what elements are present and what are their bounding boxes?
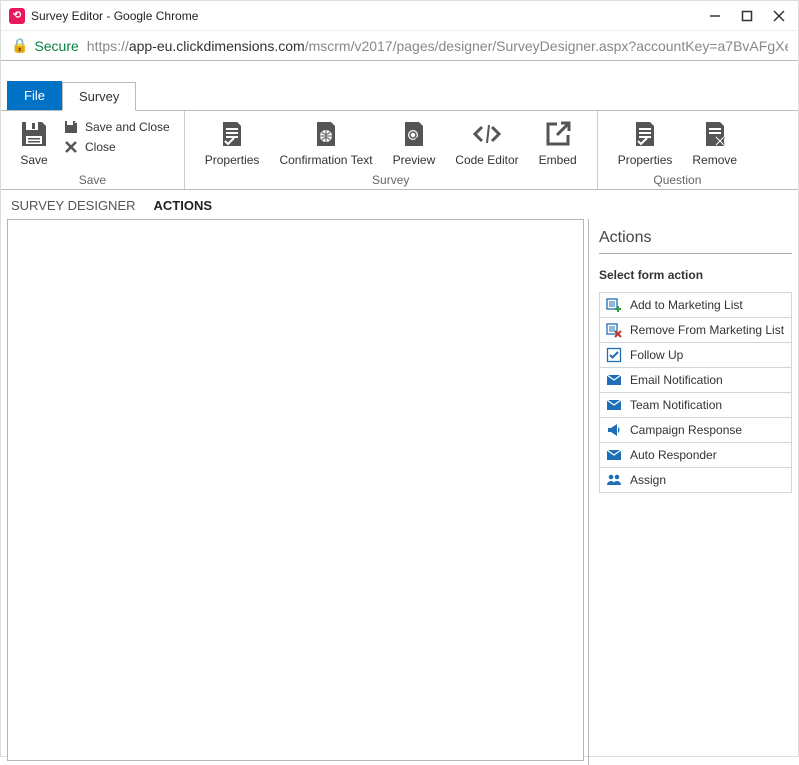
code-icon xyxy=(470,119,504,149)
ribbon-group-label: Survey xyxy=(195,171,587,187)
action-list: Add to Marketing List Remove From Marketi… xyxy=(599,292,792,493)
action-item-label: Add to Marketing List xyxy=(630,298,743,312)
tab-actions[interactable]: ACTIONS xyxy=(154,198,213,213)
window-maximize-button[interactable] xyxy=(740,9,754,23)
action-item[interactable]: Remove From Marketing List xyxy=(599,317,792,342)
action-item-label: Follow Up xyxy=(630,348,683,362)
properties-icon xyxy=(215,119,249,149)
list-add-icon xyxy=(606,297,622,313)
question-remove-button[interactable]: Remove xyxy=(682,115,747,171)
close-icon xyxy=(63,139,79,155)
action-item-label: Remove From Marketing List xyxy=(630,323,784,337)
people-icon xyxy=(606,472,622,488)
embed-icon xyxy=(541,119,575,149)
remove-icon xyxy=(698,119,732,149)
globe-page-icon xyxy=(309,119,343,149)
action-item[interactable]: Email Notification xyxy=(599,367,792,392)
properties-button[interactable]: Properties xyxy=(195,115,270,171)
ribbon-group-survey: Properties Confirmation Text Preview Cod… xyxy=(184,111,597,189)
tab-file[interactable]: File xyxy=(7,81,62,110)
action-item[interactable]: Campaign Response xyxy=(599,417,792,442)
save-button[interactable]: Save xyxy=(11,115,57,169)
window-minimize-button[interactable] xyxy=(708,9,722,23)
window-title: Survey Editor - Google Chrome xyxy=(31,9,708,23)
action-item[interactable]: Team Notification xyxy=(599,392,792,417)
mail-icon xyxy=(606,372,622,388)
check-icon xyxy=(606,347,622,363)
close-button[interactable]: Close xyxy=(63,139,170,155)
preview-button[interactable]: Preview xyxy=(383,115,446,171)
megaphone-icon xyxy=(606,422,622,438)
save-and-close-button[interactable]: Save and Close xyxy=(63,119,170,135)
action-item-label: Email Notification xyxy=(630,373,723,387)
embed-button[interactable]: Embed xyxy=(529,115,587,171)
ribbon-group-label: Question xyxy=(608,171,747,187)
confirmation-text-button[interactable]: Confirmation Text xyxy=(269,115,382,171)
properties-icon xyxy=(628,119,662,149)
save-close-icon xyxy=(63,119,79,135)
mail-icon xyxy=(606,397,622,413)
design-canvas[interactable] xyxy=(7,219,584,761)
action-item-label: Team Notification xyxy=(630,398,722,412)
tab-survey-designer[interactable]: SURVEY DESIGNER xyxy=(11,198,136,213)
mail-icon xyxy=(606,447,622,463)
action-item[interactable]: Assign xyxy=(599,467,792,493)
question-properties-button[interactable]: Properties xyxy=(608,115,683,171)
tab-survey[interactable]: Survey xyxy=(62,82,136,111)
window-close-button[interactable] xyxy=(772,9,786,23)
designer-tabs: SURVEY DESIGNER ACTIONS xyxy=(1,190,798,219)
action-item-label: Assign xyxy=(630,473,666,487)
actions-panel: Actions Select form action Add to Market… xyxy=(588,219,798,765)
ribbon-group-label: Save xyxy=(11,171,174,187)
list-remove-icon xyxy=(606,322,622,338)
panel-title: Actions xyxy=(599,225,792,254)
url-text: https://app-eu.clickdimensions.com/mscrm… xyxy=(87,38,788,54)
action-item[interactable]: Add to Marketing List xyxy=(599,292,792,317)
ribbon-group-question: Properties Remove Question xyxy=(597,111,757,189)
save-icon xyxy=(17,117,51,151)
action-item[interactable]: Follow Up xyxy=(599,342,792,367)
ribbon-toolbar: Save Save and Close Close Save xyxy=(1,111,798,190)
app-favicon: ⟲ xyxy=(9,8,25,24)
action-item-label: Campaign Response xyxy=(630,423,742,437)
ribbon-group-save: Save Save and Close Close Save xyxy=(1,111,184,189)
secure-label: Secure xyxy=(34,38,78,54)
code-editor-button[interactable]: Code Editor xyxy=(445,115,528,171)
menu-tabs: File Survey xyxy=(1,81,798,110)
panel-subtitle: Select form action xyxy=(599,268,792,282)
window-titlebar: ⟲ Survey Editor - Google Chrome xyxy=(1,1,798,31)
browser-address-bar[interactable]: 🔒 Secure https://app-eu.clickdimensions.… xyxy=(1,31,798,61)
lock-icon: 🔒 xyxy=(11,37,28,54)
preview-icon xyxy=(397,119,431,149)
action-item-label: Auto Responder xyxy=(630,448,717,462)
action-item[interactable]: Auto Responder xyxy=(599,442,792,467)
